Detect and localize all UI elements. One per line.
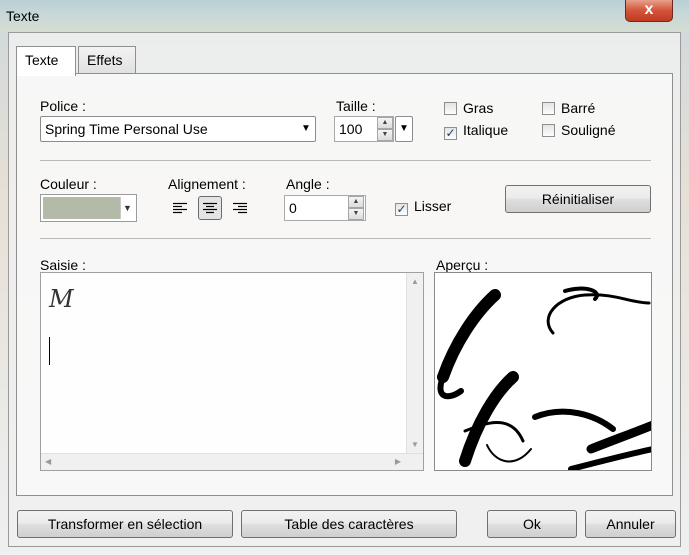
dropdown-arrow-icon: ▼ [399,123,409,134]
spin-down-icon[interactable]: ▼ [348,208,364,220]
scroll-right-icon[interactable]: ▶ [395,457,401,466]
spin-down-icon[interactable]: ▼ [377,129,393,141]
size-label: Taille : [336,98,376,114]
preview-pane [434,272,652,471]
to-selection-button[interactable]: Transformer en sélection [17,510,233,538]
input-text: M [49,285,74,313]
separator [40,238,651,239]
underline-label: Souligné [561,122,616,138]
strike-label: Barré [561,100,596,116]
preview-label: Aperçu : [436,257,489,273]
align-center-icon [203,202,217,214]
tab-effets[interactable]: Effets [78,46,136,74]
color-picker[interactable]: ▼ [40,194,137,222]
size-dropdown[interactable]: ▼ [395,116,413,142]
text-input-area[interactable]: M ▲ ▼ ◀ ▶ [40,272,424,471]
vertical-scrollbar[interactable]: ▲ ▼ [406,273,423,453]
input-label: Saisie : [40,257,86,273]
size-value: 100 [339,121,363,137]
dropdown-arrow-icon: ▼ [120,197,134,219]
close-icon: x [644,1,654,18]
smooth-label: Lisser [414,198,452,214]
alignment-label: Alignement : [168,176,246,192]
checkbox-box [542,124,555,137]
align-right-icon [233,202,247,214]
check-icon: ✓ [395,202,408,216]
smooth-checkbox[interactable]: ✓ Lisser [395,198,451,216]
angle-value: 0 [289,200,297,216]
align-right-button[interactable] [228,196,252,220]
text-cursor [49,337,50,365]
bold-label: Gras [463,100,494,116]
ok-button[interactable]: Ok [487,510,577,538]
angle-label: Angle : [286,176,330,192]
checkbox-box [444,102,457,115]
spin-up-icon[interactable]: ▲ [348,196,364,208]
scroll-down-icon[interactable]: ▼ [411,440,419,449]
bold-checkbox[interactable]: Gras [444,100,493,118]
check-icon: ✓ [444,126,457,140]
tab-texte[interactable]: Texte [16,46,76,76]
align-center-button[interactable] [198,196,222,220]
dropdown-arrow-icon: ▼ [301,123,311,134]
scroll-up-icon[interactable]: ▲ [411,277,419,286]
separator [40,160,651,161]
angle-spin[interactable]: ▲ ▼ [348,196,364,220]
preview-glyph [437,286,651,470]
cancel-button[interactable]: Annuler [585,510,676,538]
title-bar: Texte x [0,0,689,32]
size-spin[interactable]: ▲ ▼ [377,117,393,141]
scroll-left-icon[interactable]: ◀ [45,457,51,466]
italic-label: Italique [463,122,509,138]
align-left-button[interactable] [168,196,192,220]
window-title: Texte [6,8,40,24]
checkbox-box [542,102,555,115]
spin-up-icon[interactable]: ▲ [377,117,393,129]
underline-checkbox[interactable]: Souligné [542,122,616,140]
color-swatch-fill [43,197,121,219]
close-button[interactable]: x [625,0,673,22]
font-label: Police : [40,98,86,114]
font-combo[interactable]: Spring Time Personal Use ▼ [40,116,316,142]
font-value: Spring Time Personal Use [45,121,208,137]
color-label: Couleur : [40,176,97,192]
strike-checkbox[interactable]: Barré [542,100,595,118]
italic-checkbox[interactable]: ✓ Italique [444,122,508,140]
horizontal-scrollbar[interactable]: ◀ ▶ [41,453,423,470]
char-table-button[interactable]: Table des caractères [241,510,457,538]
reset-button[interactable]: Réinitialiser [505,185,651,213]
align-left-icon [173,202,187,214]
